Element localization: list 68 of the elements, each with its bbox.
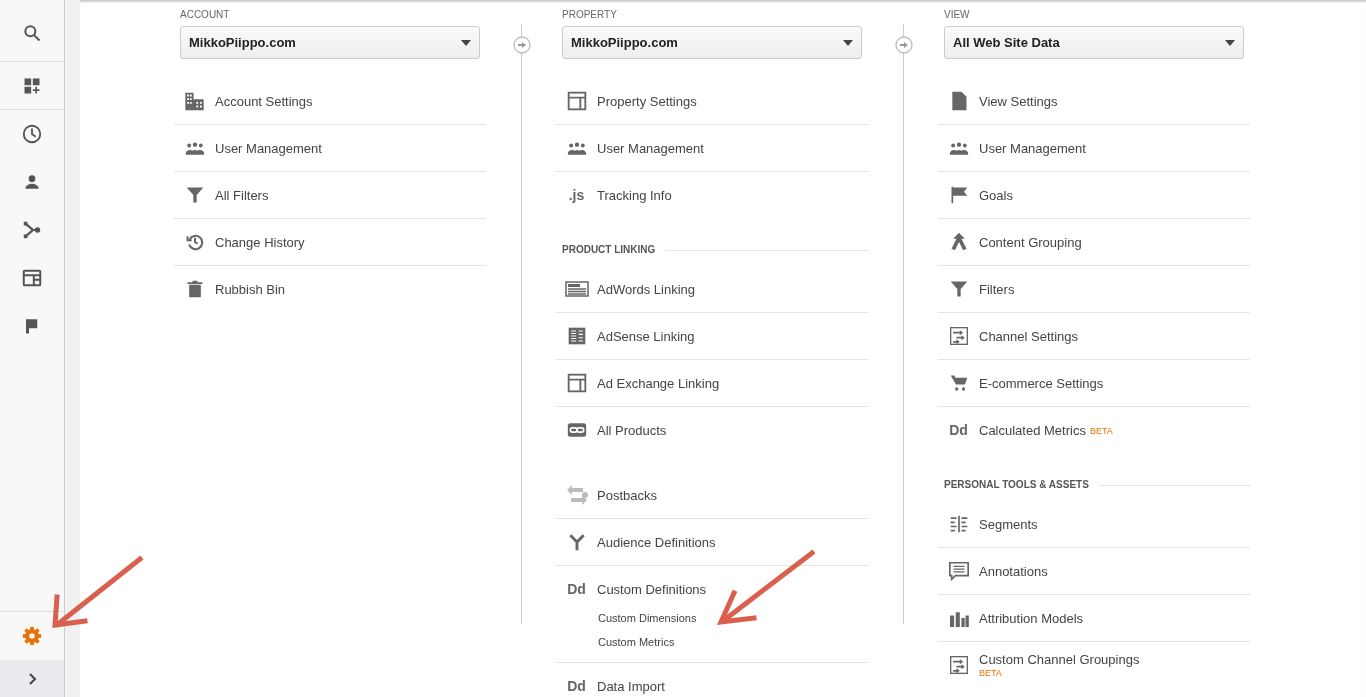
menu-item[interactable]: User Management xyxy=(556,125,868,171)
history-icon xyxy=(184,232,205,252)
menu-item[interactable]: Property Settings xyxy=(556,78,868,124)
caret-icon xyxy=(843,39,853,46)
glyph-icon: Dd xyxy=(567,581,586,597)
dropdown[interactable]: MikkoPiippo.com xyxy=(180,26,480,59)
clock-icon xyxy=(21,123,43,145)
menu-item[interactable]: Custom Channel Groupings BETA xyxy=(938,642,1250,688)
window-icon xyxy=(566,91,587,111)
menu-item[interactable]: Rubbish Bin xyxy=(174,266,486,312)
search-icon xyxy=(22,22,42,43)
link-icon xyxy=(566,420,587,440)
menu-item[interactable]: E-commerce Settings xyxy=(938,360,1250,406)
caret-icon xyxy=(1225,39,1235,46)
menu-item[interactable]: Change History xyxy=(174,219,486,265)
comment-icon xyxy=(947,560,970,582)
menu-item[interactable]: Segments xyxy=(938,501,1250,547)
settings-icon xyxy=(21,625,43,647)
cart-icon xyxy=(949,374,968,392)
column-label: ACCOUNT xyxy=(180,9,231,21)
building-icon xyxy=(183,90,206,112)
menu-item[interactable]: .js Tracking Info xyxy=(556,172,868,218)
channel-arrows-icon xyxy=(948,655,969,675)
arrow-circle-icon xyxy=(513,36,531,54)
caret-icon xyxy=(461,39,471,46)
menu-item[interactable]: Filters xyxy=(938,266,1250,312)
bar-chart-icon xyxy=(948,609,969,627)
glyph-icon: Dd xyxy=(567,678,586,694)
menu-item[interactable]: Channel Settings xyxy=(938,313,1250,359)
menu-item[interactable]: Dd Data Import xyxy=(556,663,868,697)
menu-item[interactable]: Annotations xyxy=(938,548,1250,594)
menu-item[interactable]: Postbacks xyxy=(556,472,868,518)
menu-item[interactable]: User Management xyxy=(938,125,1250,171)
glyph-icon: .js xyxy=(568,187,585,203)
beta-label: BETA xyxy=(979,666,1003,679)
submenu-item[interactable]: Custom Metrics xyxy=(598,630,675,654)
dropdown[interactable]: MikkoPiippo.com xyxy=(562,26,862,59)
menu-item[interactable]: Goals xyxy=(938,172,1250,218)
menu-item[interactable]: AdWords Linking xyxy=(556,266,868,312)
section-heading: PRODUCT LINKING xyxy=(562,244,656,256)
section-heading: PERSONAL TOOLS & ASSETS xyxy=(944,479,1089,491)
menu-item[interactable]: AdSense Linking xyxy=(556,313,868,359)
menu-item[interactable]: Dd Calculated Metrics BETA xyxy=(938,407,1250,453)
menu-item[interactable]: All Products xyxy=(556,407,868,453)
window-icon xyxy=(566,373,587,393)
menu-item[interactable]: User Management xyxy=(174,125,486,171)
dropdown[interactable]: All Web Site Data xyxy=(944,26,1244,59)
menu-item[interactable]: Attribution Models xyxy=(938,595,1250,641)
chevron-icon xyxy=(26,671,38,686)
ad-text-icon xyxy=(564,280,589,298)
window-icon xyxy=(21,267,43,289)
channel-arrows-icon xyxy=(948,326,969,346)
menu-item[interactable]: Account Settings xyxy=(174,78,486,124)
menu-item[interactable]: Audience Definitions xyxy=(556,519,868,565)
column-label: PROPERTY xyxy=(562,9,618,21)
menu-item[interactable]: All Filters xyxy=(174,172,486,218)
fork-icon xyxy=(21,219,43,241)
document-icon xyxy=(949,91,968,111)
fork-icon xyxy=(566,531,587,553)
page-layout-icon xyxy=(566,326,587,346)
column-label: VIEW xyxy=(944,9,971,21)
glyph-icon: Dd xyxy=(949,422,968,438)
arrow-circle-icon xyxy=(895,36,913,54)
menu-item[interactable]: Content Grouping xyxy=(938,219,1250,265)
menu-item[interactable]: Ad Exchange Linking xyxy=(556,360,868,406)
menu-item[interactable]: View Settings xyxy=(938,78,1250,124)
beta-label: BETA xyxy=(1089,425,1113,437)
person-icon xyxy=(22,172,42,192)
